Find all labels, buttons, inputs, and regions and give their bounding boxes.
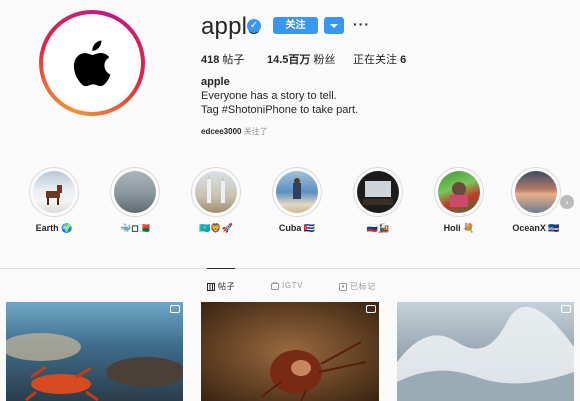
follow-button[interactable]: 关注 xyxy=(273,17,318,34)
post-image xyxy=(201,302,379,401)
highlights-next-arrow-icon[interactable]: › xyxy=(560,195,574,209)
tab-label: 已标记 xyxy=(350,282,376,291)
highlight-thumbnail xyxy=(33,171,75,213)
highlight-whale[interactable]: 🐳◻🇲🇬 xyxy=(105,167,165,234)
igtv-icon xyxy=(271,281,279,290)
highlight-holi[interactable]: Holi 💐 xyxy=(429,167,489,234)
horse-image xyxy=(46,185,62,205)
video-icon xyxy=(366,305,376,313)
highlight-label: Holi 💐 xyxy=(443,223,475,233)
bio-line-2: Tag #ShotoniPhone to take part. xyxy=(201,104,359,116)
tab-posts[interactable]: 帖子 xyxy=(207,281,235,292)
highlight-thumbnail xyxy=(195,171,237,213)
highlight-thumbnail xyxy=(276,171,318,213)
highlight-label: OceanX 🇨🇻 xyxy=(512,223,560,233)
bio-name: apple xyxy=(201,76,230,88)
highlight-thumbnail xyxy=(515,171,557,213)
suggestions-dropdown-button[interactable] xyxy=(324,17,344,34)
highlight-label: 🇷🇺🚂 xyxy=(366,223,390,233)
post-tile-waves[interactable] xyxy=(397,302,574,401)
person-image xyxy=(293,178,301,199)
highlight-rocket[interactable]: 🇰🇿🦁🚀 xyxy=(186,167,246,234)
highlight-label: Earth 🌍 xyxy=(35,223,73,233)
grid-icon xyxy=(207,282,215,291)
profile-avatar[interactable] xyxy=(39,10,145,116)
highlight-oceanx[interactable]: OceanX 🇨🇻 xyxy=(506,167,566,234)
followers-count[interactable]: 14.5百万 粉丝 xyxy=(267,51,335,67)
post-image xyxy=(397,302,574,401)
post-tile-crab[interactable] xyxy=(6,302,183,401)
holi-image xyxy=(450,182,468,207)
followed-by-user: edcee3000 xyxy=(201,127,242,136)
tab-label: IGTV xyxy=(282,281,304,290)
post-tile-hermit-crab[interactable] xyxy=(201,302,379,401)
following-label: 正在关注 xyxy=(353,54,397,66)
followers-label: 粉丝 xyxy=(313,54,336,66)
following-value: 6 xyxy=(400,54,407,66)
highlight-label: Cuba 🇨🇺 xyxy=(278,223,316,233)
tab-tagged[interactable]: 已标记 xyxy=(339,281,376,292)
tabs-divider xyxy=(0,268,580,269)
active-tab-indicator xyxy=(207,268,235,269)
followed-by-note[interactable]: edcee3000 关注了 xyxy=(201,126,268,137)
highlight-thumbnail xyxy=(438,171,480,213)
highlight-label: 🇰🇿🦁🚀 xyxy=(199,223,233,233)
highlight-thumbnail xyxy=(357,171,399,213)
post-image xyxy=(6,302,183,401)
following-count[interactable]: 正在关注 6 xyxy=(353,51,406,67)
posts-count: 418 帖子 xyxy=(201,51,244,67)
video-icon xyxy=(170,305,180,313)
tab-igtv[interactable]: IGTV xyxy=(271,281,303,290)
apple-logo-icon xyxy=(73,40,111,87)
tagged-icon xyxy=(339,282,347,291)
highlight-train[interactable]: 🇷🇺🚂 xyxy=(348,167,408,234)
posts-label: 帖子 xyxy=(222,54,245,66)
video-icon xyxy=(561,305,571,313)
verified-badge-icon: ✓ xyxy=(247,19,261,33)
followed-by-suffix: 关注了 xyxy=(243,127,268,136)
highlight-thumbnail xyxy=(114,171,156,213)
train-window-image xyxy=(363,181,393,205)
highlight-cuba[interactable]: Cuba 🇨🇺 xyxy=(267,167,327,234)
followers-value: 14.5百万 xyxy=(267,54,311,66)
more-options-icon[interactable]: ··· xyxy=(353,16,370,32)
highlight-earth[interactable]: Earth 🌍 xyxy=(24,167,84,234)
posts-value: 418 xyxy=(201,54,220,66)
bio-line-1: Everyone has a story to tell. xyxy=(201,90,337,102)
tab-label: 帖子 xyxy=(218,282,236,291)
highlight-label: 🐳◻🇲🇬 xyxy=(120,223,150,233)
rocket-image xyxy=(207,174,225,203)
